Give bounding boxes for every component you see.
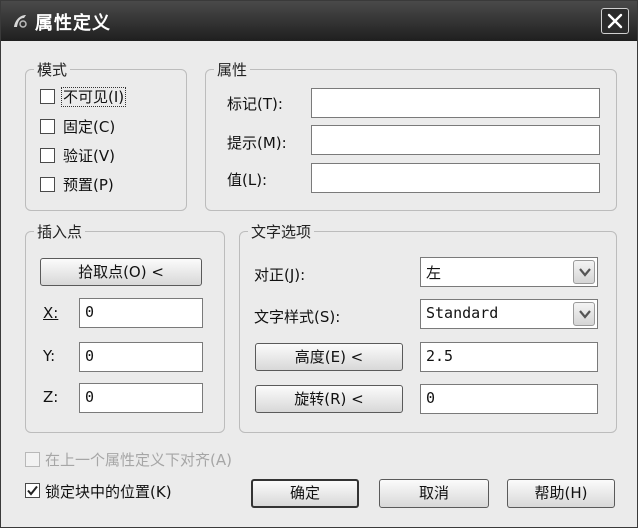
value-input[interactable]: [311, 163, 600, 193]
justify-dropdown-arrow[interactable]: [573, 260, 595, 284]
height-button[interactable]: 高度(E) <: [255, 343, 403, 371]
chevron-down-icon: [579, 310, 591, 319]
checkmark-icon: [27, 485, 38, 496]
app-icon: [14, 15, 27, 28]
z-label: Z:: [43, 388, 59, 406]
text-options-legend: 文字选项: [251, 223, 312, 241]
invisible-checkbox[interactable]: [40, 89, 55, 104]
prompt-label: 提示(M):: [227, 134, 287, 152]
verify-label: 验证(V): [63, 147, 115, 165]
ok-button[interactable]: 确定: [251, 479, 359, 508]
x-input[interactable]: 0: [79, 298, 203, 328]
rotation-input[interactable]: 0: [420, 384, 598, 414]
preset-checkbox[interactable]: [40, 177, 55, 192]
close-icon: [607, 13, 623, 29]
constant-checkbox[interactable]: [40, 119, 55, 134]
align-below-checkbox[interactable]: [25, 452, 40, 467]
rotation-button[interactable]: 旋转(R) <: [255, 385, 403, 413]
text-style-value: Standard: [426, 304, 499, 322]
close-button[interactable]: [601, 8, 629, 34]
attribute-definition-dialog: 属性定义 模式 不可见(I) 固定(C) 验证(V) 预置(P) 属性 标记(T…: [0, 0, 638, 528]
justify-label: 对正(J):: [254, 266, 306, 284]
tag-input[interactable]: [311, 88, 600, 118]
title-bar[interactable]: 属性定义: [1, 1, 637, 41]
justify-value: 左: [426, 264, 442, 282]
x-label: X:: [43, 304, 59, 322]
invisible-label: 不可见(I): [61, 87, 127, 107]
chevron-down-icon: [579, 268, 591, 277]
lock-position-label: 锁定块中的位置(K): [45, 483, 172, 501]
preset-label: 预置(P): [63, 176, 114, 194]
y-label: Y:: [43, 347, 56, 365]
align-below-label: 在上一个属性定义下对齐(A): [45, 451, 232, 469]
justify-dropdown[interactable]: 左: [420, 257, 598, 287]
tag-label: 标记(T):: [227, 95, 283, 113]
z-input[interactable]: 0: [79, 383, 203, 413]
constant-label: 固定(C): [63, 118, 116, 136]
attribute-legend: 属性: [217, 61, 248, 79]
text-style-dropdown[interactable]: Standard: [420, 299, 598, 329]
help-button[interactable]: 帮助(H): [507, 479, 615, 508]
window-title: 属性定义: [35, 13, 111, 34]
text-style-label: 文字样式(S):: [254, 308, 341, 326]
pick-point-button[interactable]: 拾取点(O) <: [40, 258, 202, 286]
verify-checkbox[interactable]: [40, 148, 55, 163]
prompt-input[interactable]: [311, 125, 600, 155]
value-label: 值(L):: [227, 171, 268, 189]
lock-position-checkbox[interactable]: [25, 483, 40, 498]
height-input[interactable]: 2.5: [420, 342, 598, 372]
text-style-dropdown-arrow[interactable]: [573, 302, 595, 326]
insert-point-legend: 插入点: [37, 223, 83, 241]
y-input[interactable]: 0: [79, 342, 203, 372]
mode-legend: 模式: [37, 61, 68, 79]
cancel-button[interactable]: 取消: [379, 479, 489, 508]
